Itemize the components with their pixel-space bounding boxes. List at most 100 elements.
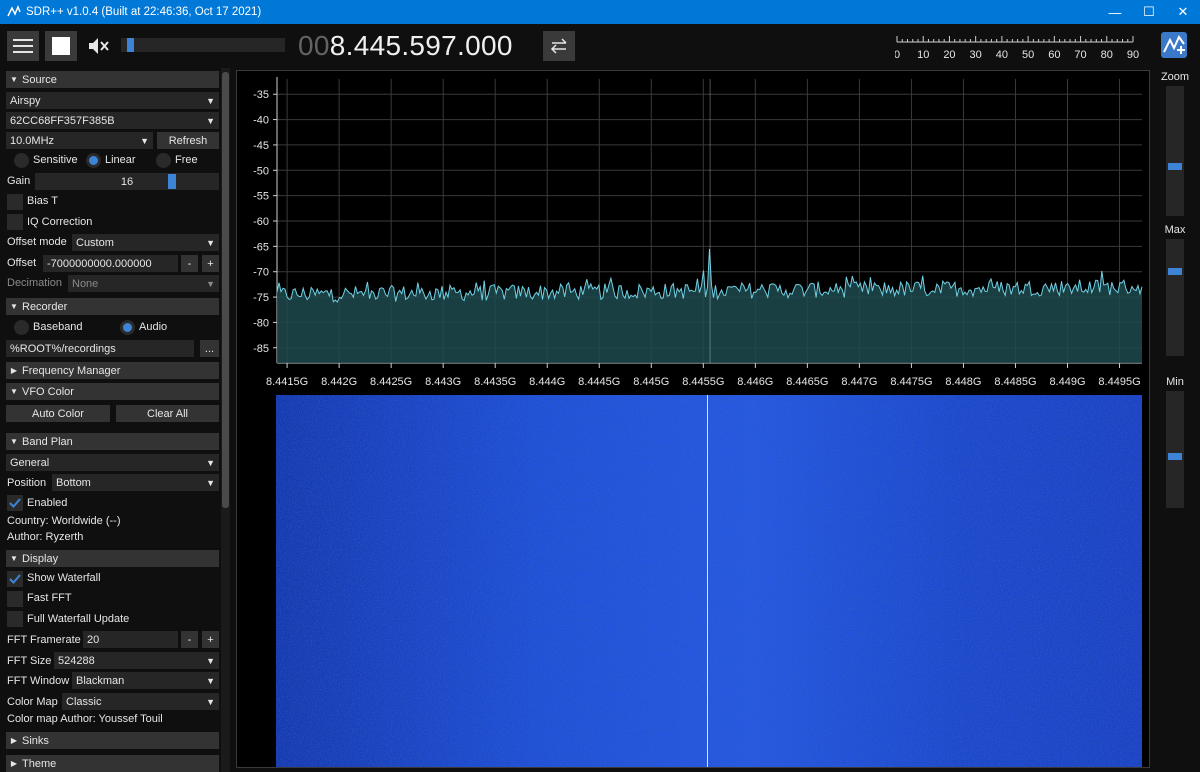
zoom-slider-grab[interactable] — [1168, 163, 1182, 170]
label-iq-correction: IQ Correction — [27, 216, 93, 228]
framerate-increment-button[interactable]: + — [202, 631, 219, 648]
gain-slider[interactable]: 16 — [35, 173, 219, 190]
checkbox-full-waterfall[interactable] — [7, 611, 23, 627]
framerate-decrement-button[interactable]: - — [181, 631, 198, 648]
swap-arrows-icon — [550, 38, 567, 54]
min-slider[interactable] — [1166, 391, 1184, 508]
sidebar-scrollbar-grab[interactable] — [222, 72, 229, 508]
color-map-select[interactable]: Classic ▼ — [62, 693, 219, 710]
frequency-display[interactable]: 008.445.597.000 — [298, 28, 513, 64]
theme-header[interactable]: ▶ Theme — [6, 755, 219, 772]
fft-framerate-input[interactable]: 20 — [83, 631, 178, 648]
vfo-color-collapse-icon: ▼ — [10, 387, 18, 396]
gain-slider-grab[interactable] — [168, 174, 176, 189]
mute-button[interactable] — [83, 31, 115, 61]
waterfall[interactable] — [276, 395, 1142, 767]
swap-button[interactable] — [543, 31, 575, 61]
checkbox-bias-t[interactable] — [7, 194, 23, 210]
fft-x-tick-label: 8.4415G — [266, 376, 308, 388]
browse-button[interactable]: ... — [200, 340, 219, 357]
band-plan-select[interactable]: General ▼ — [6, 454, 219, 471]
recorder-header-label: Recorder — [22, 300, 68, 313]
source-header-label: Source — [22, 73, 57, 86]
minimize-button[interactable]: — — [1098, 0, 1132, 24]
snr-tick-label: 40 — [996, 49, 1008, 61]
close-button[interactable]: ✕ — [1166, 0, 1200, 24]
fft-x-tick-label: 8.4485G — [994, 376, 1036, 388]
samplerate-select[interactable]: 10.0MHz ▼ — [6, 132, 153, 149]
max-label: Max — [1164, 224, 1186, 236]
color-map-label: Color Map — [7, 696, 58, 708]
checkbox-show-waterfall[interactable] — [7, 571, 23, 587]
radio-linear[interactable] — [86, 153, 101, 168]
checkbox-enabled[interactable] — [7, 495, 23, 511]
fft-x-tick-label: 8.448G — [945, 376, 981, 388]
fft-plot[interactable]: -35 -40 -45 -50 -55 -60 -65 -70 -75 -80 -85 8.4415G… — [237, 71, 1151, 395]
fft-x-tick-label: 8.443G — [425, 376, 461, 388]
offset-increment-button[interactable]: + — [202, 255, 219, 272]
source-header[interactable]: ▼ Source — [6, 71, 219, 88]
vfo-color-header[interactable]: ▼ VFO Color — [6, 383, 219, 400]
play-stop-button[interactable] — [45, 31, 77, 61]
max-slider[interactable] — [1166, 239, 1184, 356]
refresh-button[interactable]: Refresh — [157, 132, 219, 149]
radio-sensitive[interactable] — [14, 153, 29, 168]
clear-all-button[interactable]: Clear All — [116, 405, 219, 422]
zoom-slider[interactable] — [1166, 86, 1184, 216]
spectrum-view[interactable]: -35 -40 -45 -50 -55 -60 -65 -70 -75 -80 -85 8.4415G… — [236, 70, 1150, 768]
fft-y-tick-label: -55 — [253, 191, 269, 203]
radio-audio[interactable] — [120, 320, 135, 335]
band-plan-author: Author: Ryzerth — [7, 531, 84, 543]
display-header[interactable]: ▼ Display — [6, 550, 219, 567]
fft-y-tick-label: -80 — [253, 317, 269, 329]
sinks-header-label: Sinks — [22, 734, 49, 747]
band-plan-header[interactable]: ▼ Band Plan — [6, 433, 219, 450]
title-bar: SDR++ v1.0.4 (Built at 22:46:36, Oct 17 … — [0, 0, 1200, 24]
fft-y-tick-label: -75 — [253, 292, 269, 304]
offset-mode-select[interactable]: Custom ▼ — [72, 234, 219, 251]
band-plan-header-label: Band Plan — [22, 435, 73, 448]
offset-label: Offset — [7, 257, 37, 269]
vfo-color-header-label: VFO Color — [22, 385, 74, 398]
checkbox-fast-fft[interactable] — [7, 591, 23, 607]
maximize-button[interactable]: ☐ — [1132, 0, 1166, 24]
device-select[interactable]: Airspy ▼ — [6, 92, 219, 109]
speaker-muted-icon — [89, 38, 109, 54]
fft-fill — [277, 248, 1142, 363]
fft-y-tick-label: -35 — [253, 89, 269, 101]
volume-slider-grab[interactable] — [127, 38, 134, 52]
sinks-header[interactable]: ▶ Sinks — [6, 732, 219, 749]
fft-size-select-value: 524288 — [58, 654, 95, 667]
fft-window-label: FFT Window — [7, 675, 70, 687]
radio-free[interactable] — [156, 153, 171, 168]
fft-framerate-label: FFT Framerate — [7, 634, 81, 646]
checkbox-iq-correction[interactable] — [7, 214, 23, 230]
frequency-manager-header[interactable]: ▶ Frequency Manager — [6, 362, 219, 379]
offset-input[interactable]: -7000000000.000000 — [43, 255, 178, 272]
recording-path-input[interactable]: %ROOT%/recordings — [6, 340, 194, 357]
menu-button[interactable] — [7, 31, 39, 61]
snr-tick-label: 80 — [1101, 49, 1113, 61]
frequency-manager-expand-icon: ▶ — [10, 366, 18, 375]
fft-size-select-arrow-icon: ▼ — [206, 655, 215, 666]
serial-select[interactable]: 62CC68FF357F385B ▼ — [6, 112, 219, 129]
gain-label: Gain — [7, 175, 31, 187]
samplerate-select-value: 10.0MHz — [10, 134, 55, 147]
position-select[interactable]: Bottom ▼ — [52, 474, 219, 491]
volume-slider[interactable] — [121, 38, 285, 52]
frequency-leading-zeros[interactable]: 00 — [298, 30, 330, 61]
recorder-header[interactable]: ▼ Recorder — [6, 298, 219, 315]
max-slider-grab[interactable] — [1168, 268, 1182, 275]
fft-x-tick-label: 8.442G — [321, 376, 357, 388]
auto-color-button[interactable]: Auto Color — [6, 405, 110, 422]
fft-x-tick-label: 8.449G — [1049, 376, 1085, 388]
frequency-digits[interactable]: 8.445.597.000 — [330, 30, 513, 61]
fft-window-select[interactable]: Blackman ▼ — [72, 672, 219, 689]
offset-decrement-button[interactable]: - — [181, 255, 198, 272]
samplerate-select-arrow-icon: ▼ — [140, 135, 149, 146]
app-icon — [7, 5, 21, 17]
vfo-line[interactable] — [707, 395, 708, 767]
min-slider-grab[interactable] — [1168, 453, 1182, 460]
fft-size-select[interactable]: 524288 ▼ — [54, 652, 219, 669]
radio-baseband[interactable] — [14, 320, 29, 335]
